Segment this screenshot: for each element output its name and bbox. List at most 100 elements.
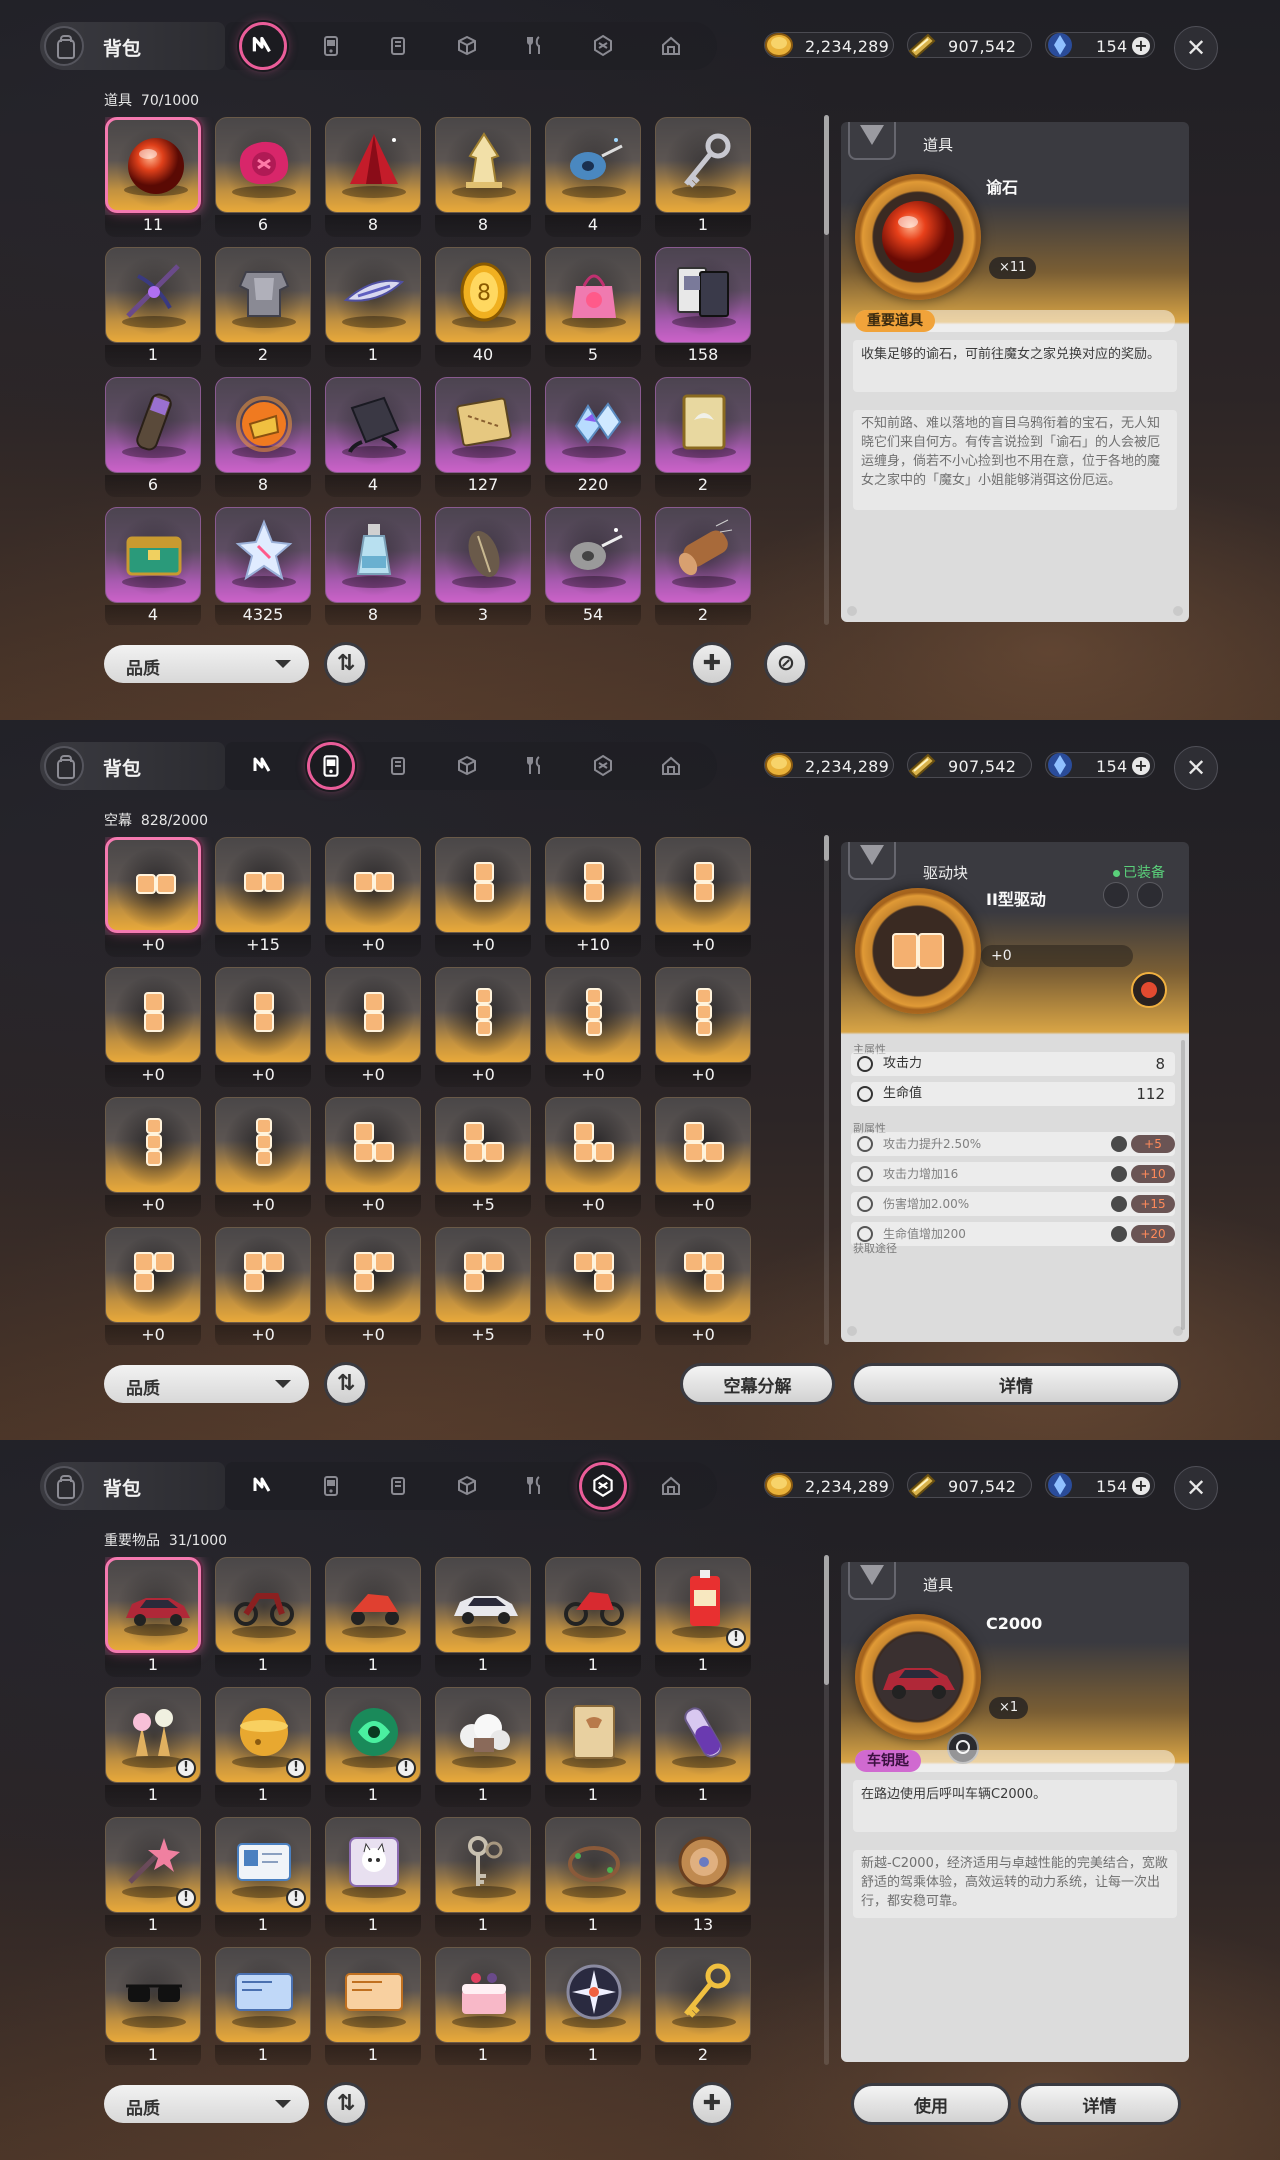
item-slot[interactable]: 4325 xyxy=(215,507,311,625)
item-card[interactable] xyxy=(545,1687,641,1783)
item-card[interactable] xyxy=(435,1817,531,1913)
tab-drives-tab[interactable] xyxy=(307,742,355,790)
drive-slot[interactable]: +0 xyxy=(105,967,201,1089)
use-button[interactable]: 使用 xyxy=(851,2083,1011,2125)
item-card[interactable] xyxy=(105,377,201,473)
tab-materials-tab[interactable] xyxy=(443,22,491,70)
details-button[interactable]: 详情 xyxy=(851,1363,1181,1405)
item-slot[interactable]: 1 xyxy=(105,247,201,369)
item-slot[interactable]: 1 xyxy=(655,117,751,239)
sort-order-button[interactable]: ⇅ xyxy=(324,642,368,686)
tab-items-tab[interactable] xyxy=(239,742,287,790)
drive-slot[interactable]: +0 xyxy=(435,967,531,1089)
drive-slot[interactable]: +0 xyxy=(325,1097,421,1219)
item-card[interactable] xyxy=(215,117,311,213)
tab-items-tab[interactable] xyxy=(239,22,287,70)
drive-slot[interactable]: +5 xyxy=(435,1097,531,1219)
drive-card[interactable] xyxy=(215,967,311,1063)
item-slot[interactable]: 6 xyxy=(215,117,311,239)
drive-slot[interactable]: +0 xyxy=(325,1227,421,1345)
drive-slot[interactable]: +0 xyxy=(105,837,201,959)
drive-card[interactable] xyxy=(545,837,641,933)
add-crystal-icon[interactable]: + xyxy=(1132,1477,1150,1495)
lock-icon[interactable] xyxy=(1111,1136,1127,1152)
tab-materials-tab[interactable] xyxy=(443,742,491,790)
item-slot[interactable]: 6 xyxy=(105,377,201,499)
drive-card[interactable] xyxy=(435,1227,531,1323)
item-slot[interactable]: 158 xyxy=(655,247,751,369)
item-card[interactable] xyxy=(545,377,641,473)
drive-card[interactable] xyxy=(435,1097,531,1193)
item-slot[interactable]: 1 xyxy=(325,1947,421,2065)
drive-slot[interactable]: +0 xyxy=(655,1097,751,1219)
add-crystal-icon[interactable]: + xyxy=(1132,37,1150,55)
item-slot[interactable]: ! 1 xyxy=(105,1817,201,1939)
drive-card[interactable] xyxy=(545,967,641,1063)
item-card[interactable] xyxy=(325,1817,421,1913)
tab-furniture-tab[interactable] xyxy=(647,742,695,790)
item-card[interactable] xyxy=(105,247,201,343)
item-slot[interactable]: 1 xyxy=(435,1817,531,1939)
item-card[interactable]: ! xyxy=(325,1687,421,1783)
tab-drives-tab[interactable] xyxy=(307,22,355,70)
item-slot[interactable]: 2 xyxy=(215,247,311,369)
drive-card[interactable] xyxy=(325,837,421,933)
drive-card[interactable] xyxy=(655,967,751,1063)
drive-card[interactable] xyxy=(545,1227,641,1323)
add-crystal-icon[interactable]: + xyxy=(1132,757,1150,775)
item-card[interactable]: ! xyxy=(655,1557,751,1653)
drive-card[interactable] xyxy=(655,1227,751,1323)
item-slot[interactable]: 54 xyxy=(545,507,641,625)
item-card[interactable] xyxy=(105,507,201,603)
close-button[interactable]: ✕ xyxy=(1174,746,1218,790)
trash-icon[interactable] xyxy=(1103,882,1129,908)
item-card[interactable] xyxy=(655,117,751,213)
item-slot[interactable]: 2 xyxy=(655,507,751,625)
backpack-tab[interactable]: 背包 xyxy=(40,22,225,70)
item-slot[interactable]: 1 xyxy=(325,1557,421,1679)
item-card[interactable]: ! xyxy=(215,1687,311,1783)
tab-key-items-tab[interactable] xyxy=(579,742,627,790)
tab-furniture-tab[interactable] xyxy=(647,1462,695,1510)
item-card[interactable] xyxy=(325,117,421,213)
item-card[interactable] xyxy=(215,1947,311,2043)
crystal-currency[interactable]: 154 + xyxy=(1045,752,1155,778)
item-slot[interactable]: 5 xyxy=(545,247,641,369)
backpack-tab[interactable]: 背包 xyxy=(40,1462,225,1510)
drive-slot[interactable]: +0 xyxy=(325,967,421,1089)
item-slot[interactable]: 8 40 xyxy=(435,247,531,369)
item-slot[interactable]: 2 xyxy=(655,1947,751,2065)
drive-card[interactable] xyxy=(105,967,201,1063)
lock-icon[interactable] xyxy=(1111,1226,1127,1242)
item-slot[interactable]: 2 xyxy=(655,377,751,499)
drive-slot[interactable]: +0 xyxy=(215,967,311,1089)
sort-dropdown[interactable]: 品质 xyxy=(104,1365,309,1403)
item-card[interactable] xyxy=(655,507,751,603)
grid-scrollbar[interactable] xyxy=(824,115,829,625)
item-card[interactable] xyxy=(435,1557,531,1653)
item-card[interactable] xyxy=(435,1687,531,1783)
detail-scrollbar[interactable] xyxy=(1181,1040,1185,1330)
drive-slot[interactable]: +0 xyxy=(435,837,531,959)
crystal-currency[interactable]: 154 + xyxy=(1045,32,1155,58)
drive-card[interactable] xyxy=(215,837,311,933)
item-slot[interactable]: 220 xyxy=(545,377,641,499)
drive-card[interactable] xyxy=(325,1227,421,1323)
item-slot[interactable]: 8 xyxy=(435,117,531,239)
equipped-character-icon[interactable] xyxy=(1131,972,1167,1008)
item-slot[interactable]: 4 xyxy=(105,507,201,625)
drive-card[interactable] xyxy=(545,1097,641,1193)
drive-card[interactable] xyxy=(655,837,751,933)
tab-materials-tab[interactable] xyxy=(443,1462,491,1510)
item-card[interactable] xyxy=(655,247,751,343)
item-card[interactable] xyxy=(545,247,641,343)
item-card[interactable] xyxy=(325,377,421,473)
drive-slot[interactable]: +0 xyxy=(655,837,751,959)
drive-slot[interactable]: +0 xyxy=(105,1097,201,1219)
drive-card[interactable] xyxy=(655,1097,751,1193)
item-card[interactable] xyxy=(215,507,311,603)
item-slot[interactable]: 4 xyxy=(325,377,421,499)
drive-slot[interactable]: +10 xyxy=(545,837,641,959)
item-card[interactable] xyxy=(435,1947,531,2043)
close-button[interactable]: ✕ xyxy=(1174,26,1218,70)
